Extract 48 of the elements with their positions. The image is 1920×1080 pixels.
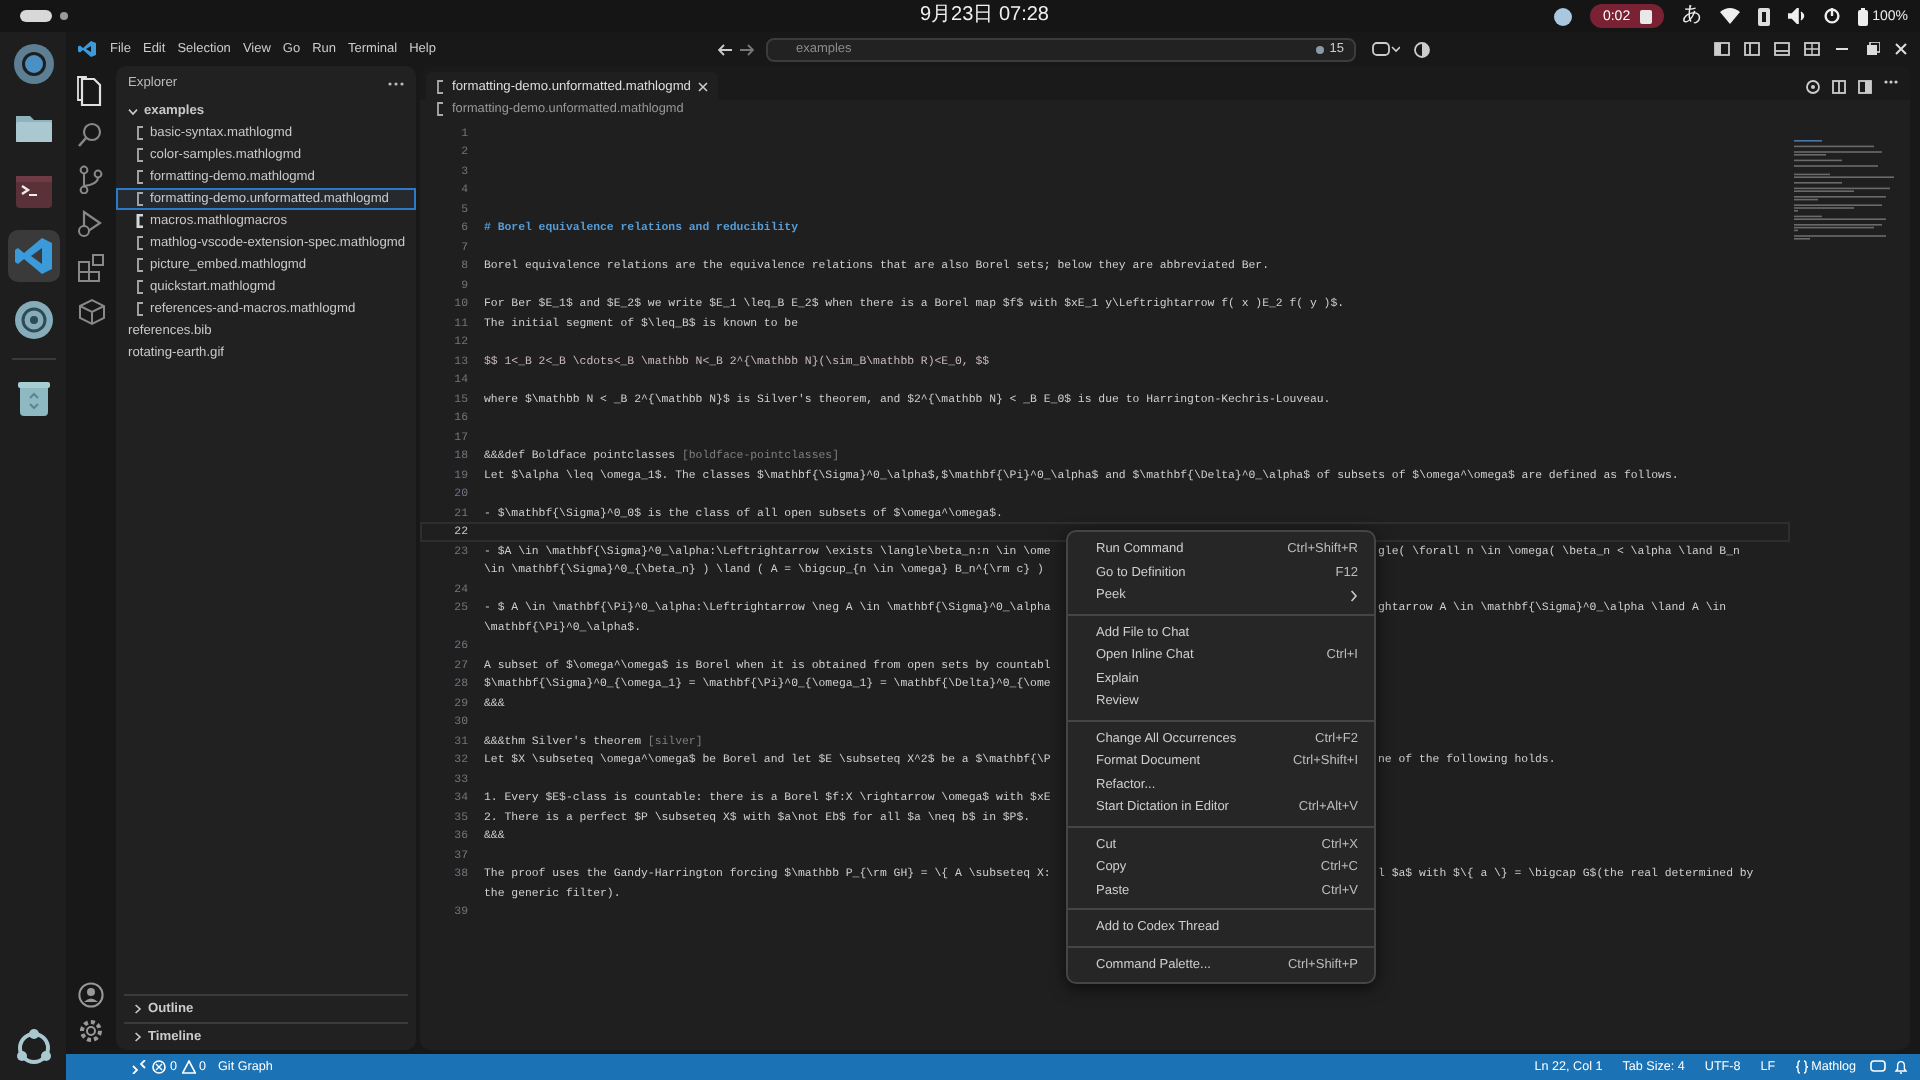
panel-toggle-icon[interactable] bbox=[1774, 42, 1790, 56]
preview-icon[interactable] bbox=[1858, 80, 1872, 94]
chevron-right-icon bbox=[134, 1032, 142, 1042]
input-method[interactable]: あ bbox=[1682, 4, 1703, 28]
account-icon[interactable] bbox=[78, 982, 104, 1008]
chat-icon[interactable] bbox=[1371, 42, 1400, 56]
chat-icon[interactable] bbox=[1870, 1060, 1886, 1074]
browser-icon bbox=[11, 42, 55, 86]
blocks-icon[interactable] bbox=[76, 252, 106, 282]
date-time[interactable]: 9月23日 07:28 bbox=[920, 2, 1049, 30]
layout-grid-icon[interactable] bbox=[1804, 42, 1820, 56]
search-icon[interactable] bbox=[76, 120, 106, 150]
terminal-icon bbox=[11, 170, 55, 214]
remote-icon[interactable] bbox=[132, 1060, 146, 1074]
code-editor-icon[interactable] bbox=[78, 40, 96, 58]
wifi-icon[interactable] bbox=[1720, 8, 1741, 24]
battery-icon[interactable] bbox=[1858, 7, 1869, 25]
warning-icon bbox=[181, 1060, 196, 1074]
bell-icon[interactable] bbox=[1894, 1060, 1908, 1074]
play-bug-icon[interactable] bbox=[76, 208, 106, 238]
stop-icon[interactable] bbox=[1640, 9, 1653, 23]
error-icon bbox=[152, 1060, 166, 1074]
network-icon[interactable] bbox=[1758, 7, 1771, 25]
status-circle-icon[interactable] bbox=[1554, 7, 1573, 25]
activities-indicator[interactable] bbox=[20, 10, 72, 22]
chevron-right-icon bbox=[134, 1004, 142, 1014]
settings-icon[interactable] bbox=[78, 1018, 104, 1044]
chevron-right-icon bbox=[1350, 589, 1358, 602]
volume-icon[interactable] bbox=[1788, 8, 1807, 24]
split-editor-icon[interactable] bbox=[1832, 80, 1846, 94]
forward-arrow-icon[interactable] bbox=[739, 43, 754, 55]
dock-item[interactable] bbox=[7, 230, 59, 282]
branch-icon[interactable] bbox=[76, 164, 106, 194]
braces-icon bbox=[1795, 1060, 1808, 1074]
minimize-icon[interactable] bbox=[1834, 42, 1850, 56]
code-editor-icon bbox=[11, 234, 55, 278]
close-icon[interactable] bbox=[1894, 42, 1908, 56]
files-icon[interactable] bbox=[76, 76, 106, 106]
restore-icon[interactable] bbox=[1864, 42, 1880, 56]
back-arrow-icon[interactable] bbox=[717, 43, 732, 55]
layout-icon[interactable] bbox=[1714, 42, 1730, 56]
dot-icon bbox=[1315, 45, 1324, 53]
power-icon[interactable] bbox=[1824, 8, 1841, 24]
box-icon[interactable] bbox=[76, 296, 106, 326]
close-icon[interactable] bbox=[698, 81, 709, 91]
half-circle-icon[interactable] bbox=[1413, 41, 1430, 57]
sidebar-toggle-icon[interactable] bbox=[1744, 42, 1760, 56]
settings-icon bbox=[11, 298, 55, 342]
